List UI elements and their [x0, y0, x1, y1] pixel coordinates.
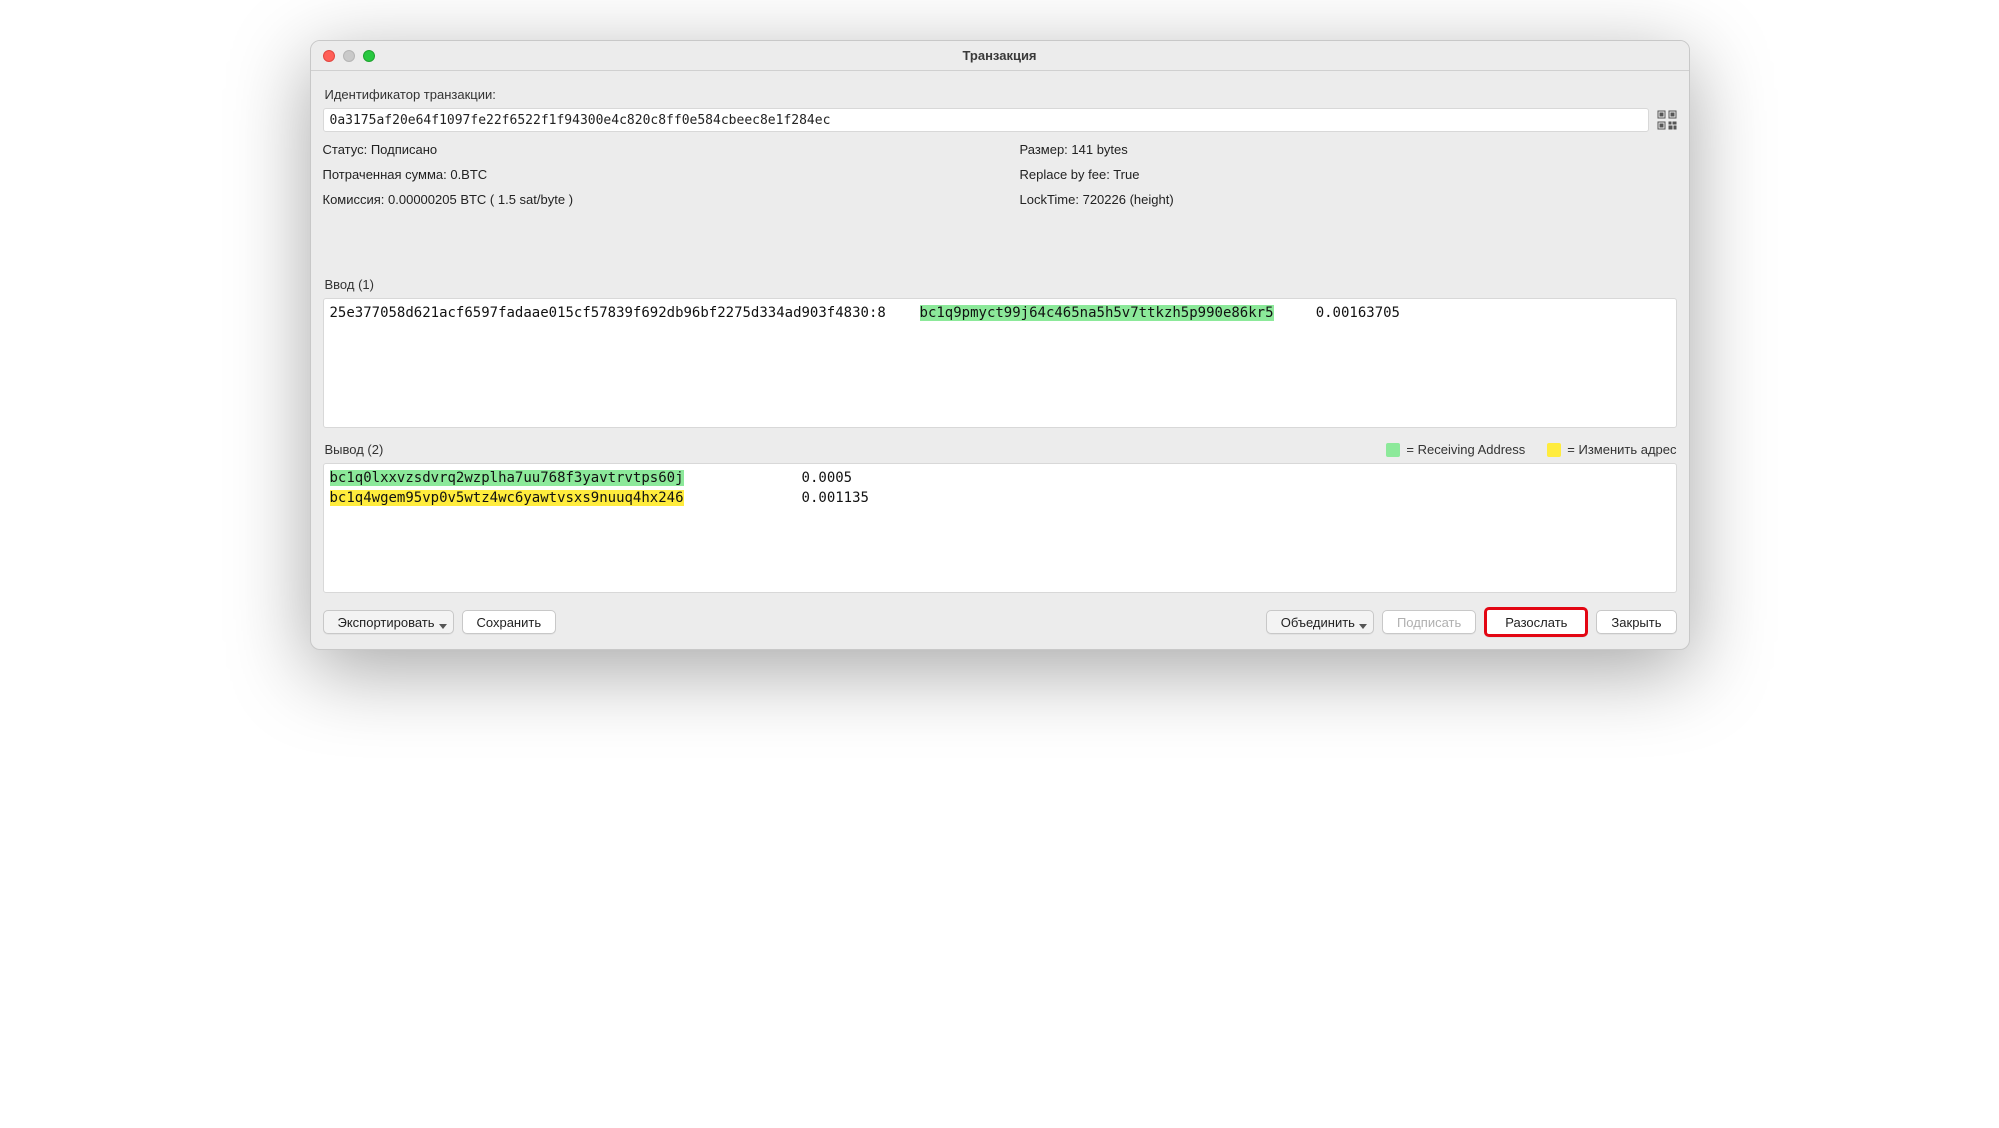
legend-change: = Изменить адрес	[1567, 442, 1676, 457]
output-row[interactable]: bc1q4wgem95vp0v5wtz4wc6yawtvsxs9nuuq4hx2…	[330, 488, 1670, 508]
qr-code-icon[interactable]	[1657, 110, 1677, 130]
output-address: bc1q0lxxvzsdvrq2wzplha7uu768f3yavtrvtps6…	[330, 470, 684, 486]
legend: = Receiving Address = Изменить адрес	[1386, 442, 1676, 457]
txid-field[interactable]: 0a3175af20e64f1097fe22f6522f1f94300e4c82…	[323, 108, 1649, 132]
titlebar: Транзакция	[311, 41, 1689, 71]
input-amount: 0.00163705	[1316, 305, 1400, 321]
window-title: Транзакция	[311, 48, 1689, 63]
fee-line: Комиссия: 0.00000205 BTC ( 1.5 sat/byte …	[323, 192, 980, 207]
info-grid: Статус: Подписано Потраченная сумма: 0.B…	[323, 142, 1677, 207]
size-line: Размер: 141 bytes	[1020, 142, 1677, 157]
txid-label: Идентификатор транзакции:	[325, 87, 1677, 102]
input-outpoint: 25e377058d621acf6597fadaae015cf57839f692…	[330, 305, 886, 321]
footer: Экспортировать Сохранить Объединить Подп…	[323, 607, 1677, 637]
output-amount: 0.001135	[802, 490, 869, 506]
input-address: bc1q9pmyct99j64c465na5h5v7ttkzh5p990e86k…	[920, 305, 1274, 321]
legend-swatch-green	[1386, 443, 1400, 457]
broadcast-button[interactable]: Разослать	[1484, 607, 1588, 637]
status-line: Статус: Подписано	[323, 142, 980, 157]
legend-receiving: = Receiving Address	[1406, 442, 1525, 457]
combine-button[interactable]: Объединить	[1266, 610, 1374, 634]
inputs-label: Ввод (1)	[325, 277, 1677, 292]
inputs-list[interactable]: 25e377058d621acf6597fadaae015cf57839f692…	[323, 298, 1677, 428]
content-area: Идентификатор транзакции: 0a3175af20e64f…	[311, 71, 1689, 649]
spent-line: Потраченная сумма: 0.BTC	[323, 167, 980, 182]
export-button[interactable]: Экспортировать	[323, 610, 454, 634]
outputs-label: Вывод (2)	[325, 442, 384, 457]
transaction-window: Транзакция Идентификатор транзакции: 0a3…	[310, 40, 1690, 650]
sign-button: Подписать	[1382, 610, 1476, 634]
save-button[interactable]: Сохранить	[462, 610, 557, 634]
input-row[interactable]: 25e377058d621acf6597fadaae015cf57839f692…	[330, 303, 1670, 323]
output-row[interactable]: bc1q0lxxvzsdvrq2wzplha7uu768f3yavtrvtps6…	[330, 468, 1670, 488]
outputs-list[interactable]: bc1q0lxxvzsdvrq2wzplha7uu768f3yavtrvtps6…	[323, 463, 1677, 593]
locktime-line: LockTime: 720226 (height)	[1020, 192, 1677, 207]
close-button[interactable]: Закрыть	[1596, 610, 1676, 634]
output-address: bc1q4wgem95vp0v5wtz4wc6yawtvsxs9nuuq4hx2…	[330, 490, 684, 506]
legend-swatch-yellow	[1547, 443, 1561, 457]
rbf-line: Replace by fee: True	[1020, 167, 1677, 182]
output-amount: 0.0005	[802, 470, 853, 486]
